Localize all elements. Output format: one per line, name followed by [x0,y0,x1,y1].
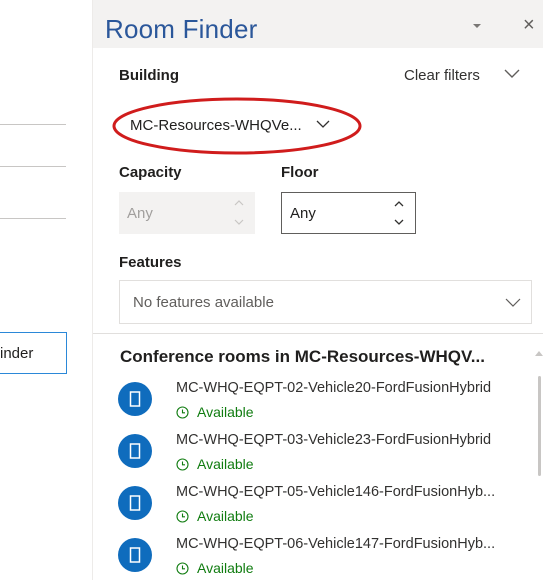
floor-label: Floor [281,164,319,181]
room-name: MC-WHQ-EQPT-05-Vehicle146-FordFusionHyb.… [176,484,496,500]
capacity-stepper: Any [119,192,255,234]
clock-icon [176,509,189,523]
rooms-heading: Conference rooms in MC-Resources-WHQV... [120,347,485,366]
clear-filters-link[interactable]: Clear filters [404,67,480,84]
room-list-item[interactable]: MC-WHQ-EQPT-03-Vehicle23-FordFusionHybri… [93,428,533,480]
room-avatar [118,434,152,468]
room-avatar [118,486,152,520]
room-name: MC-WHQ-EQPT-02-Vehicle20-FordFusionHybri… [176,380,492,396]
door-icon [129,547,141,563]
room-name: MC-WHQ-EQPT-03-Vehicle23-FordFusionHybri… [176,432,492,448]
capacity-value: Any [127,204,153,222]
close-icon[interactable]: × [523,15,535,35]
section-divider [93,333,543,334]
chevron-down-icon[interactable] [470,19,484,33]
chevron-down-icon[interactable] [503,66,521,80]
chevron-up-icon [234,200,244,206]
room-status-label: Available [197,456,254,472]
room-status: Available [176,404,254,420]
room-status-label: Available [197,404,254,420]
chevron-down-icon [505,298,521,307]
left-divider [0,166,66,167]
door-icon [129,391,141,407]
door-icon [129,495,141,511]
floor-stepper[interactable]: Any [281,192,416,234]
room-list-item[interactable]: MC-WHQ-EQPT-05-Vehicle146-FordFusionHyb.… [93,480,533,532]
clock-icon [176,405,189,419]
floor-value: Any [290,204,316,222]
highlight-annotation [112,97,362,155]
room-name: MC-WHQ-EQPT-06-Vehicle147-FordFusionHyb.… [176,536,496,552]
room-finder-button-label: inder [0,344,34,362]
room-status: Available [176,560,254,576]
building-label: Building [119,67,179,84]
chevron-down-icon[interactable] [394,218,404,226]
features-dropdown[interactable]: No features available [119,280,532,324]
left-divider [0,124,66,125]
features-dropdown-value: No features available [133,293,274,311]
door-icon [129,443,141,459]
scrollbar-thumb[interactable] [538,376,541,476]
room-list-item[interactable]: MC-WHQ-EQPT-02-Vehicle20-FordFusionHybri… [93,376,533,428]
left-divider [0,218,66,219]
room-status: Available [176,456,254,472]
clock-icon [176,561,189,575]
chevron-up-icon[interactable] [394,200,404,208]
capacity-label: Capacity [119,164,182,181]
panel-title: Room Finder [105,14,258,44]
scroll-up-icon[interactable] [535,350,543,356]
room-status: Available [176,508,254,524]
room-status-label: Available [197,508,254,524]
room-finder-panel: Room Finder × Building Clear filters MC-… [92,0,543,580]
room-avatar [118,538,152,572]
room-status-label: Available [197,560,254,576]
chevron-down-icon [234,219,244,225]
clock-icon [176,457,189,471]
panel-header: Room Finder × [93,0,543,48]
features-label: Features [119,254,182,271]
room-finder-button[interactable]: inder [0,332,67,374]
room-avatar [118,382,152,416]
room-list-item[interactable]: MC-WHQ-EQPT-06-Vehicle147-FordFusionHyb.… [93,532,533,580]
left-pane: inder [0,0,92,580]
